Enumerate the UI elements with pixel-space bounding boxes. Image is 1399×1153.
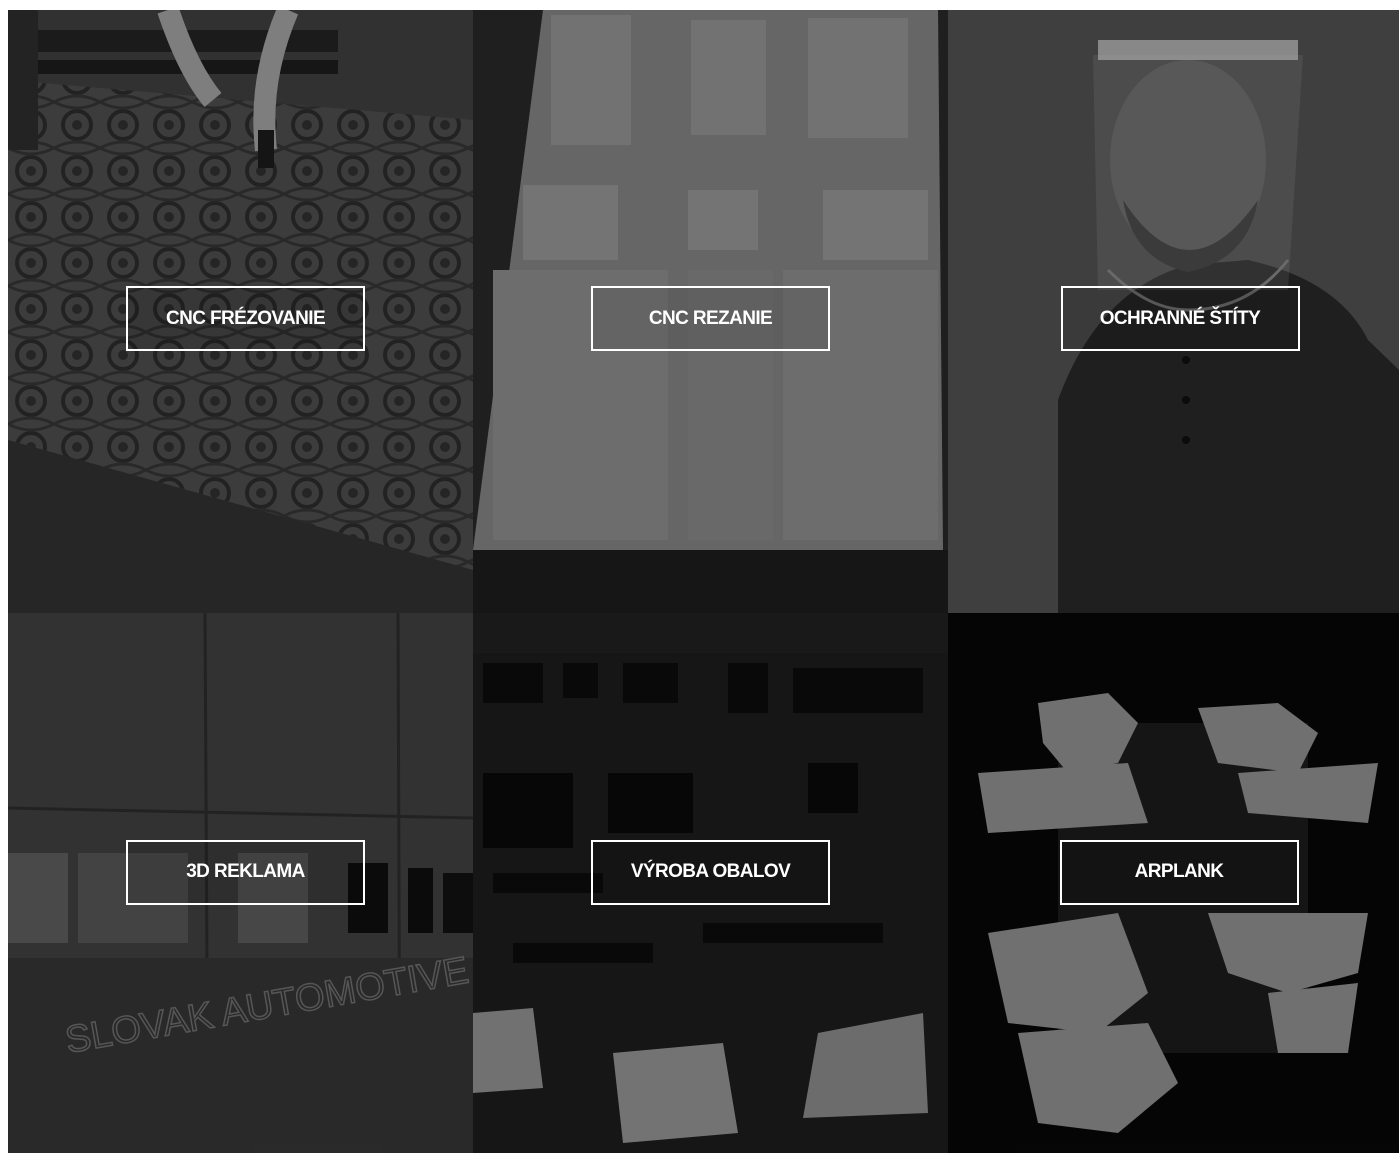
tile-cnc-frezovanie[interactable]: CNC FRÉZOVANIE — [8, 10, 473, 613]
tile-arplank[interactable]: ARPLANK — [948, 613, 1399, 1153]
services-grid: CNC FRÉZOVANIE CNC REZANIE OCHRANNÉ ŠTÍT… — [8, 10, 1399, 1153]
tile-label[interactable]: OCHRANNÉ ŠTÍTY — [1060, 286, 1300, 351]
tile-vyroba-obalov[interactable]: VÝROBA OBALOV — [473, 613, 948, 1153]
tile-cnc-rezanie[interactable]: CNC REZANIE — [473, 10, 948, 613]
tile-label[interactable]: ARPLANK — [1059, 839, 1299, 905]
tile-label[interactable]: 3D REKLAMA — [126, 839, 365, 905]
tile-label[interactable]: VÝROBA OBALOV — [591, 839, 830, 905]
tile-3d-reklama[interactable]: SLOVAK AUTOMOTIVE MARK 3D REKLAMA — [8, 613, 473, 1153]
tile-label[interactable]: CNC REZANIE — [591, 286, 830, 351]
tile-label[interactable]: CNC FRÉZOVANIE — [126, 286, 365, 351]
tile-ochranne-stity[interactable]: OCHRANNÉ ŠTÍTY — [948, 10, 1399, 613]
